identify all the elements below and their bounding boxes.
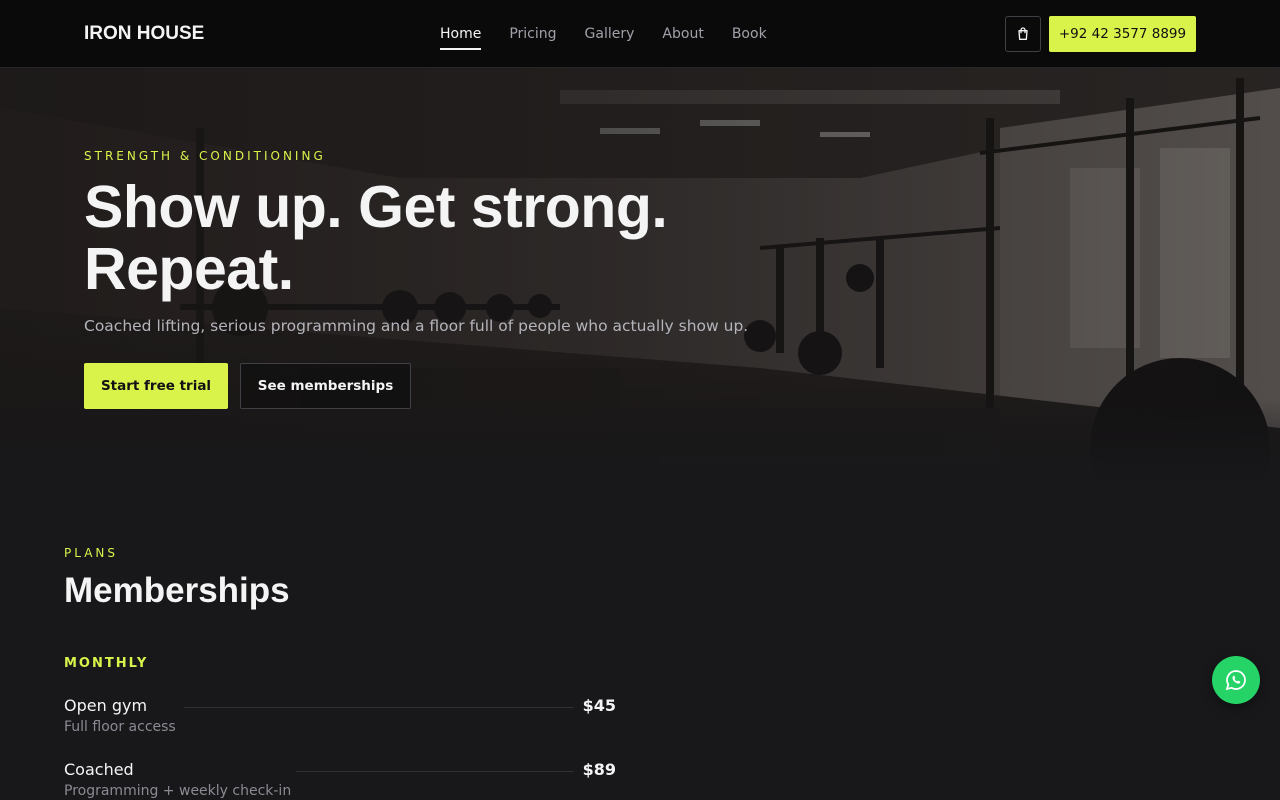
nav-links: Home Pricing Gallery About Book bbox=[440, 0, 767, 68]
plan-leader-line bbox=[184, 707, 574, 708]
hero-fade bbox=[0, 399, 1280, 489]
memberships-title: Memberships bbox=[64, 571, 290, 610]
plan-price: $45 bbox=[582, 696, 616, 715]
top-navbar: IRON HOUSE Home Pricing Gallery About Bo… bbox=[0, 0, 1280, 68]
hero-eyebrow: STRENGTH & CONDITIONING bbox=[84, 149, 326, 163]
plan-leader-line bbox=[296, 771, 574, 772]
nav-link-about[interactable]: About bbox=[662, 20, 703, 48]
plan-description: Programming + weekly check-in bbox=[64, 783, 292, 799]
plans-eyebrow: PLANS bbox=[64, 546, 118, 560]
site-logo[interactable]: IRON HOUSE bbox=[84, 23, 204, 45]
nav-link-book[interactable]: Book bbox=[732, 20, 767, 48]
nav-link-pricing[interactable]: Pricing bbox=[509, 20, 556, 48]
shopping-bag-icon bbox=[1018, 27, 1028, 40]
phone-button[interactable]: +92 42 3577 8899 bbox=[1049, 16, 1196, 52]
nav-link-gallery[interactable]: Gallery bbox=[585, 20, 635, 48]
plan-description: Full floor access bbox=[64, 719, 176, 735]
plan-row-coached[interactable]: Coached Programming + weekly check-in $8… bbox=[64, 760, 616, 800]
start-free-trial-button[interactable]: Start free trial bbox=[84, 363, 228, 409]
whatsapp-icon bbox=[1225, 670, 1246, 691]
hero-subtitle: Coached lifting, serious programming and… bbox=[84, 317, 749, 335]
see-memberships-button[interactable]: See memberships bbox=[240, 363, 411, 409]
plan-row-open-gym[interactable]: Open gym Full floor access $45 bbox=[64, 696, 616, 746]
plan-price: $89 bbox=[582, 760, 616, 779]
hero-title: Show up. Get strong. Repeat. bbox=[84, 174, 668, 302]
whatsapp-button[interactable] bbox=[1212, 656, 1260, 704]
plan-name: Open gym bbox=[64, 696, 156, 715]
cart-button[interactable] bbox=[1005, 16, 1041, 52]
plan-group-label: MONTHLY bbox=[64, 656, 149, 671]
nav-link-home[interactable]: Home bbox=[440, 20, 482, 50]
hero-section: STRENGTH & CONDITIONING Show up. Get str… bbox=[0, 68, 1280, 489]
plan-name: Coached bbox=[64, 760, 142, 779]
